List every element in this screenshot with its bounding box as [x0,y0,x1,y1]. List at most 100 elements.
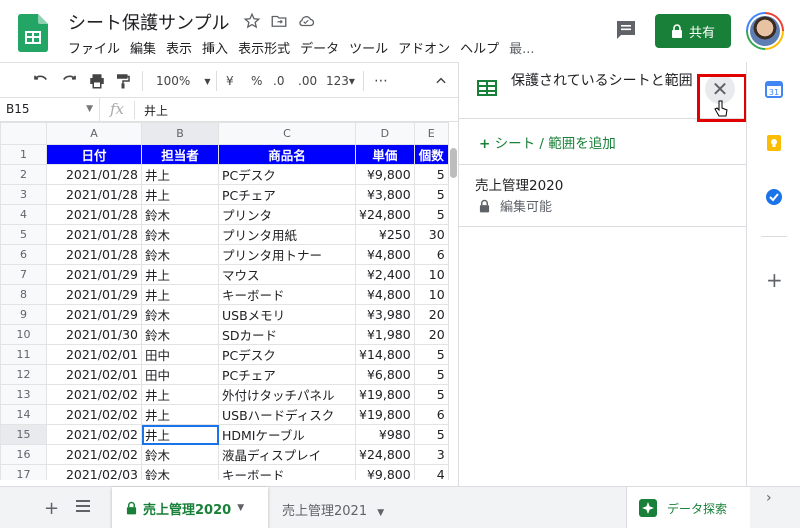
cell-date[interactable]: 2021/01/28 [46,204,142,225]
cell-person[interactable]: 井上 [141,384,219,405]
cell-price[interactable]: ¥3,800 [355,184,415,205]
cell-date[interactable]: 2021/02/02 [46,404,142,425]
column-header[interactable]: D [355,122,415,145]
cell-person[interactable]: 鈴木 [141,444,219,465]
cell-qty[interactable]: 6 [413,404,449,425]
protected-range-permission[interactable]: 編集可能 [479,196,552,215]
currency-format-button[interactable]: ¥ [226,72,234,90]
cell-product[interactable]: PCデスク [218,344,356,365]
sheets-logo-icon[interactable] [18,14,48,52]
formula-input[interactable]: 井上 [144,102,168,119]
cell-qty[interactable]: 5 [413,164,449,185]
cell-product[interactable]: マウス [218,264,356,285]
cell-date[interactable]: 2021/02/01 [46,364,142,385]
explore-button[interactable]: データ探索 [626,487,750,528]
cell-date[interactable]: 2021/01/28 [46,184,142,205]
column-header[interactable]: A [46,122,142,145]
share-button[interactable]: 共有 [655,14,731,48]
cell-person[interactable]: 井上 [141,424,219,445]
row-header[interactable]: 6 [0,244,47,265]
menu-help[interactable]: ヘルプ [460,38,499,57]
cell-price[interactable]: ¥4,800 [355,244,415,265]
cell-product[interactable]: キーボード [218,464,356,480]
header-cell-product[interactable]: 商品名 [218,144,356,165]
select-all-corner[interactable] [0,122,47,145]
cell-person[interactable]: 田中 [141,364,219,385]
cell-date[interactable]: 2021/02/02 [46,444,142,465]
paint-format-icon[interactable] [114,72,132,90]
comment-history-icon[interactable] [614,18,638,42]
cell-person[interactable]: 鈴木 [141,304,219,325]
percent-format-button[interactable]: % [251,72,262,90]
keep-icon[interactable] [765,134,783,152]
account-avatar[interactable] [746,12,784,50]
vertical-scrollbar[interactable] [448,122,458,480]
cell-date[interactable]: 2021/01/29 [46,264,142,285]
cell-price[interactable]: ¥24,800 [355,204,415,225]
menu-addons[interactable]: アドオン [398,38,450,57]
move-folder-icon[interactable] [270,12,288,30]
cell-date[interactable]: 2021/01/29 [46,304,142,325]
cell-price[interactable]: ¥19,800 [355,384,415,405]
cell-date[interactable]: 2021/01/30 [46,324,142,345]
cell-product[interactable]: PCデスク [218,164,356,185]
name-box[interactable]: B15 ▼ [0,98,100,121]
cell-price[interactable]: ¥9,800 [355,464,415,480]
cell-date[interactable]: 2021/01/28 [46,164,142,185]
cell-date[interactable]: 2021/01/29 [46,284,142,305]
more-formats-button[interactable]: 123▾ [326,72,355,90]
cell-qty[interactable]: 10 [413,264,449,285]
zoom-select[interactable]: 100% ▼ [156,72,210,90]
cell-qty[interactable]: 5 [413,204,449,225]
row-header[interactable]: 7 [0,264,47,285]
row-header[interactable]: 17 [0,464,47,480]
add-addon-icon[interactable]: + [766,268,783,292]
menu-tools[interactable]: ツール [349,38,388,57]
increase-decimal-button[interactable]: .00 [298,72,317,90]
more-toolbar-button[interactable]: ⋯ [374,72,388,90]
cell-person[interactable]: 井上 [141,264,219,285]
cell-product[interactable]: SDカード [218,324,356,345]
row-header[interactable]: 8 [0,284,47,305]
cell-price[interactable]: ¥9,800 [355,164,415,185]
decrease-decimal-button[interactable]: .0 [273,72,284,90]
cell-qty[interactable]: 5 [413,184,449,205]
cell-person[interactable]: 井上 [141,164,219,185]
column-header[interactable]: C [218,122,356,145]
row-header[interactable]: 14 [0,404,47,425]
cell-qty[interactable]: 6 [413,244,449,265]
cell-price[interactable]: ¥3,980 [355,304,415,325]
cell-product[interactable]: プリンタ用トナー [218,244,356,265]
row-header[interactable]: 12 [0,364,47,385]
menu-last-edit[interactable]: 最... [509,38,534,57]
cell-person[interactable]: 田中 [141,344,219,365]
cell-person[interactable]: 鈴木 [141,204,219,225]
protected-range-name[interactable]: 売上管理2020 [475,174,563,194]
sheet-tab-inactive[interactable]: 売上管理2021 ▼ [282,500,384,519]
header-cell-price[interactable]: 単価 [355,144,415,165]
cell-date[interactable]: 2021/01/28 [46,244,142,265]
row-header[interactable]: 9 [0,304,47,325]
collapse-menu-icon[interactable] [434,72,448,90]
row-header[interactable]: 15 [0,424,47,445]
row-header[interactable]: 5 [0,224,47,245]
row-header[interactable]: 3 [0,184,47,205]
cell-person[interactable]: 井上 [141,284,219,305]
cell-qty[interactable]: 20 [413,304,449,325]
add-sheet-icon[interactable]: + [44,498,59,519]
cell-qty[interactable]: 4 [413,464,449,480]
redo-icon[interactable] [60,72,78,90]
calendar-icon[interactable]: 31 [765,80,783,98]
row-header[interactable]: 13 [0,384,47,405]
cell-product[interactable]: PCチェア [218,364,356,385]
cell-product[interactable]: USBハードディスク [218,404,356,425]
cell-person[interactable]: 井上 [141,184,219,205]
cell-qty[interactable]: 5 [413,384,449,405]
cell-product[interactable]: プリンタ用紙 [218,224,356,245]
cell-price[interactable]: ¥14,800 [355,344,415,365]
chevron-down-icon[interactable]: ▼ [377,508,384,518]
cell-date[interactable]: 2021/02/02 [46,424,142,445]
row-header[interactable]: 16 [0,444,47,465]
name-box-dropdown-icon[interactable]: ▼ [86,104,93,114]
cell-date[interactable]: 2021/02/01 [46,344,142,365]
